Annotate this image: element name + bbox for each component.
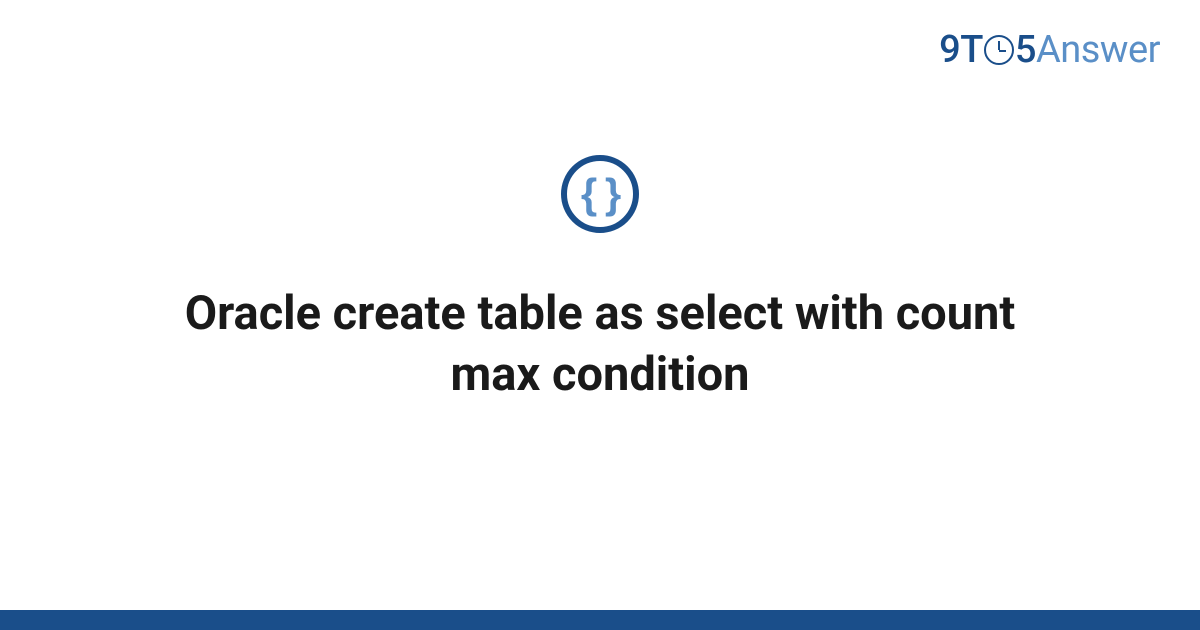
main-content: { } Oracle create table as select with c…: [0, 0, 1200, 630]
code-braces-icon: { }: [581, 173, 619, 215]
footer-accent-bar: [0, 610, 1200, 630]
category-badge: { }: [561, 155, 639, 233]
page-title: Oracle create table as select with count…: [100, 283, 1100, 405]
